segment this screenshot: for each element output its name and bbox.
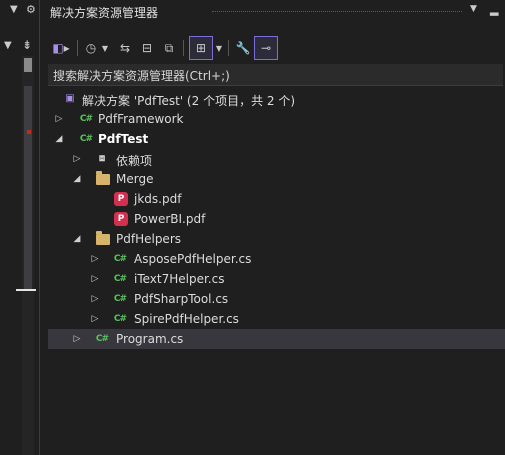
pin-icon[interactable]: ▂ (490, 3, 498, 16)
dropdown-arrow-icon[interactable]: ▼ (214, 36, 224, 60)
tree-item-jkds-pdf[interactable]: P jkds.pdf (48, 189, 505, 209)
csharp-file-icon: C# (113, 274, 127, 284)
search-placeholder: 搜索解决方案资源管理器(Ctrl+;) (53, 69, 230, 83)
scrollbar-region[interactable] (24, 86, 32, 291)
properties-wrench-icon[interactable]: 🔧 (234, 36, 252, 60)
filter-icon[interactable]: ⊞ (189, 36, 213, 60)
tree-item-label: PdfSharpTool.cs (134, 292, 229, 306)
collapse-arrow-icon[interactable]: ◢ (72, 232, 82, 246)
tree-item-itext7helper[interactable]: ▷ C# iText7Helper.cs (48, 269, 505, 289)
csharp-file-icon: C# (113, 294, 127, 304)
expand-arrow-icon[interactable]: ▷ (72, 332, 82, 346)
tree-item-asposepdfhelper[interactable]: ▷ C# AsposePdfHelper.cs (48, 249, 505, 269)
dropdown-arrow-icon[interactable]: ▼ (100, 36, 110, 60)
tree-item-label: Merge (116, 172, 154, 186)
tree-item-label: iText7Helper.cs (134, 272, 225, 286)
left-tool-window-edge: ▼ ⚙ ▼ ⇟ (0, 0, 42, 455)
tree-item-label: PowerBI.pdf (134, 212, 206, 226)
solution-explorer-panel: 解决方案资源管理器 ▼ ▂ ◧ ▸ ◷ ▼ ⇆ ⊟ ⧉ ⊞ ▼ 🔧 ⊸ 搜索解决方… (44, 0, 505, 455)
tree-item-label: PdfHelpers (116, 232, 182, 246)
tree-item-label: jkds.pdf (134, 192, 182, 206)
toolbar: ◧ ▸ ◷ ▼ ⇆ ⊟ ⧉ ⊞ ▼ 🔧 ⊸ (44, 36, 505, 62)
sync-icon[interactable]: ⇆ (116, 36, 134, 60)
csharp-project-icon: C# (79, 134, 93, 144)
error-marker (27, 130, 31, 134)
show-all-files-icon[interactable]: ⧉ (160, 36, 178, 60)
dropdown-arrow-icon[interactable]: ▼ (4, 40, 12, 51)
expand-arrow-icon[interactable]: ▷ (90, 312, 100, 326)
csharp-project-icon: C# (79, 114, 93, 124)
expand-arrow-icon[interactable]: ▷ (90, 292, 100, 306)
split-icon[interactable]: ⇟ (22, 38, 32, 52)
expand-arrow-icon[interactable]: ▷ (90, 272, 100, 286)
titlebar-grip (212, 11, 462, 12)
expand-arrow-icon[interactable]: ▷ (54, 112, 64, 126)
window-position-icon[interactable]: ▼ (470, 4, 477, 14)
tree-item-label: 解决方案 'PdfTest' (2 个项目，共 2 个) (82, 94, 296, 108)
switch-views-icon[interactable]: ◧ ▸ (50, 36, 72, 60)
gear-icon[interactable]: ⚙ (26, 3, 36, 16)
tree-item-powerbi-pdf[interactable]: P PowerBI.pdf (48, 209, 505, 229)
caret-line-marker (16, 289, 36, 291)
csharp-file-icon: C# (95, 334, 109, 344)
tree-item-merge-folder[interactable]: ◢ Merge (48, 169, 505, 189)
expand-arrow-icon[interactable]: ▷ (90, 252, 100, 266)
collapse-all-icon[interactable]: ⊟ (138, 36, 156, 60)
toolbar-separator (183, 40, 184, 56)
tree-item-label: 依赖项 (116, 154, 153, 168)
solution-icon: ▣ (65, 93, 75, 104)
tree-item-dependencies[interactable]: ▷ ⧈ 依赖项 (48, 149, 505, 169)
dependencies-icon: ⧈ (98, 153, 106, 164)
tree-item-label: AsposePdfHelper.cs (134, 252, 252, 266)
panel-titlebar: 解决方案资源管理器 ▼ ▂ (44, 0, 505, 22)
pdf-file-icon: P (114, 192, 128, 206)
tree-solution-row[interactable]: ▣ 解决方案 'PdfTest' (2 个项目，共 2 个) (48, 89, 505, 109)
tree-item-pdfsharptool[interactable]: ▷ C# PdfSharpTool.cs (48, 289, 505, 309)
tree-item-pdfhelpers-folder[interactable]: ◢ PdfHelpers (48, 229, 505, 249)
tree-item-label: Program.cs (116, 332, 184, 346)
toolbar-separator (228, 40, 229, 56)
collapse-arrow-icon[interactable]: ◢ (54, 132, 64, 146)
search-input[interactable]: 搜索解决方案资源管理器(Ctrl+;) (48, 64, 503, 86)
toolbar-separator (77, 40, 78, 56)
tree-item-label: PdfFramework (98, 112, 184, 126)
csharp-file-icon: C# (113, 314, 127, 324)
tree-item-pdftest[interactable]: ◢ C# PdfTest (48, 129, 505, 149)
pdf-file-icon: P (114, 212, 128, 226)
expand-arrow-icon[interactable]: ▷ (72, 152, 82, 166)
panel-title: 解决方案资源管理器 (50, 6, 159, 20)
preview-selected-icon[interactable]: ⊸ (254, 36, 278, 60)
folder-icon (96, 231, 110, 245)
tree-item-label: SpirePdfHelper.cs (134, 312, 239, 326)
collapse-arrow-icon[interactable]: ◢ (72, 172, 82, 186)
pending-changes-icon[interactable]: ◷ (82, 36, 100, 60)
scrollbar-thumb[interactable] (24, 58, 32, 72)
dropdown-arrow-icon[interactable]: ▼ (10, 4, 18, 15)
tree-item-label: PdfTest (98, 132, 149, 146)
divider (39, 0, 40, 455)
tree-item-program[interactable]: ▷ C# Program.cs (48, 329, 505, 349)
tree-item-spirepdfhelper[interactable]: ▷ C# SpirePdfHelper.cs (48, 309, 505, 329)
tree-item-pdfframework[interactable]: ▷ C# PdfFramework (48, 109, 505, 129)
folder-icon (96, 171, 110, 185)
csharp-file-icon: C# (113, 254, 127, 264)
